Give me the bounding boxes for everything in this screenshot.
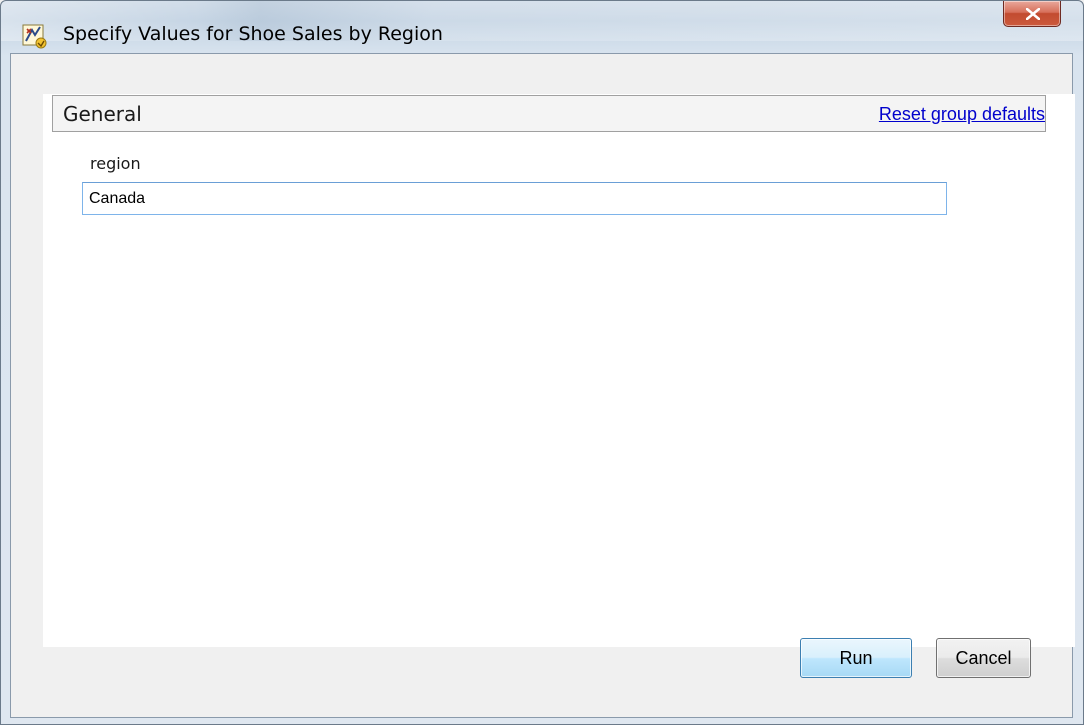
- close-button[interactable]: [1003, 1, 1061, 27]
- cancel-button[interactable]: Cancel: [936, 638, 1031, 678]
- group-title: General: [63, 102, 142, 126]
- dialog-footer: [11, 647, 1072, 717]
- title-bar[interactable]: Specify Values for Shoe Sales by Region: [1, 1, 1083, 53]
- run-button[interactable]: Run: [800, 638, 912, 678]
- close-icon: [1026, 8, 1040, 20]
- dialog-client-area: General Reset group defaults region Run …: [10, 53, 1075, 718]
- reset-group-defaults-link[interactable]: Reset group defaults: [879, 104, 1045, 125]
- dialog-window: Specify Values for Shoe Sales by Region …: [0, 0, 1084, 725]
- report-wizard-icon: [21, 22, 49, 50]
- window-title: Specify Values for Shoe Sales by Region: [63, 23, 443, 45]
- group-header-general: General Reset group defaults: [52, 95, 1046, 132]
- region-label: region: [90, 154, 141, 173]
- region-input[interactable]: [82, 182, 947, 215]
- parameters-panel: [43, 94, 1075, 647]
